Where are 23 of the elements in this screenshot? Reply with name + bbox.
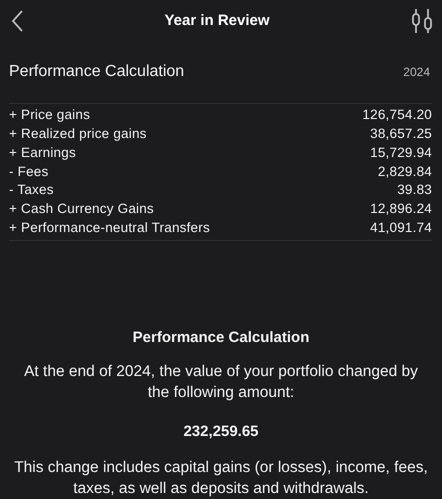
row-value: 39.83 bbox=[397, 181, 432, 200]
row-label: - Taxes bbox=[9, 181, 54, 200]
row-label: + Performance-neutral Transfers bbox=[9, 218, 210, 237]
summary-title: Performance Calculation bbox=[132, 328, 310, 348]
row-value: 2,829.84 bbox=[378, 162, 432, 181]
summary-text: At the end of 2024, the value of your portfolio changed by the following amount: bbox=[23, 362, 419, 404]
row-label: + Earnings bbox=[9, 144, 76, 162]
row-value: 38,657.25 bbox=[370, 124, 432, 143]
row-label: + Price gains bbox=[9, 106, 90, 124]
back-button[interactable] bbox=[10, 9, 24, 33]
row-value: 12,896.24 bbox=[370, 200, 432, 218]
total-amount: 232,259.65 bbox=[182, 422, 260, 442]
row-value: 41,091.74 bbox=[370, 218, 432, 237]
row-value: 15,729.94 bbox=[370, 144, 432, 162]
screen-title: Year in Review bbox=[164, 10, 270, 31]
summary-note: This change includes capital gains (or losses), income, fees, taxes, as well as deposits and withdrawals. bbox=[14, 458, 428, 499]
section-title: Performance Calculation bbox=[9, 62, 184, 82]
row-label: - Fees bbox=[9, 162, 48, 181]
row-label: + Cash Currency Gains bbox=[9, 200, 154, 218]
row-label: + Realized price gains bbox=[9, 124, 147, 143]
row-value: 126,754.20 bbox=[362, 106, 432, 124]
year-label: 2024 bbox=[403, 64, 430, 81]
adjust-button[interactable] bbox=[410, 8, 434, 34]
